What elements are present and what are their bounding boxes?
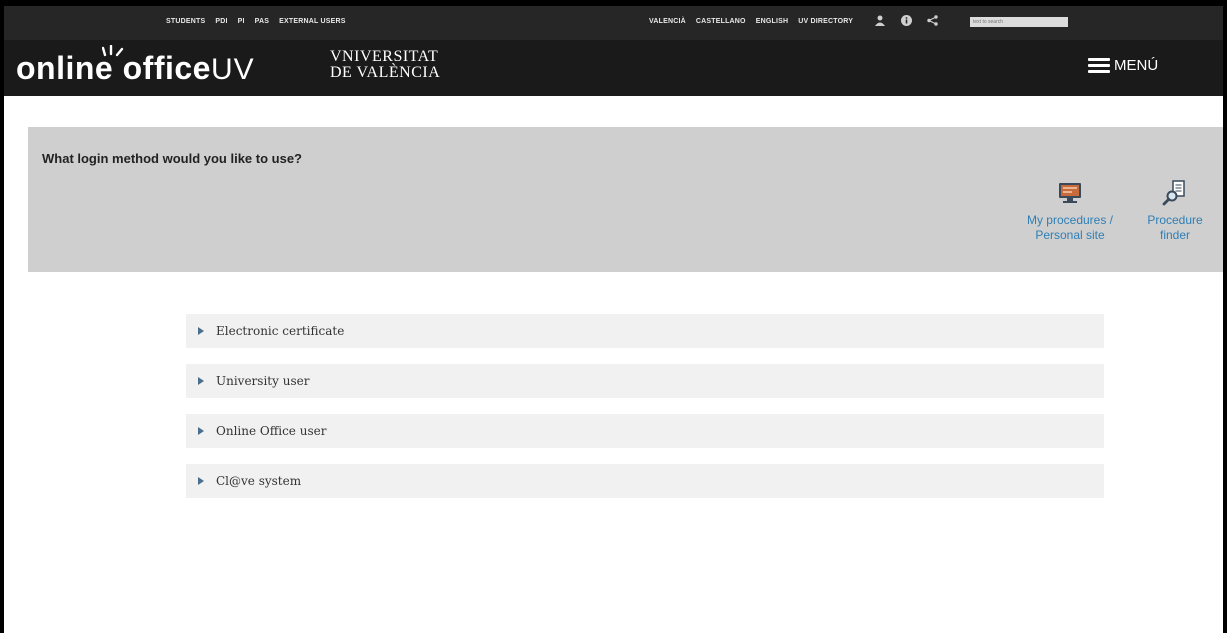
online-office-logo[interactable]: online officeUV (16, 45, 255, 90)
top-utility-bar: STUDENTS PDI PI PAS EXTERNAL USERS VALEN… (4, 6, 1223, 40)
link-external-users[interactable]: EXTERNAL USERS (279, 18, 345, 25)
my-procedures-label: My procedures / Personal site (1026, 213, 1114, 242)
page-title: What login method would you like to use? (42, 151, 302, 166)
accordion-label: Online Office user (216, 424, 327, 438)
link-pas[interactable]: PAS (255, 18, 269, 25)
brand-text-1: onlin (16, 50, 95, 86)
language-links: VALENCIÀ CASTELLANO ENGLISH UV DIRECTORY (649, 18, 853, 25)
menu-button[interactable]: MENÚ (1088, 57, 1158, 74)
triangle-right-icon (198, 427, 204, 435)
university-logo-line2: DE VALÈNCIA (330, 64, 441, 81)
topbar-icons (874, 15, 938, 27)
user-icon[interactable] (874, 15, 886, 27)
accordion-label: Cl@ve system (216, 474, 302, 488)
hamburger-icon (1088, 58, 1110, 73)
accordion-online-office-user[interactable]: Online Office user (186, 414, 1104, 448)
procedure-finder-link[interactable]: Procedure finder (1138, 179, 1212, 243)
triangle-right-icon (198, 477, 204, 485)
share-icon[interactable] (926, 15, 938, 27)
link-english[interactable]: ENGLISH (756, 18, 789, 25)
site-header: online officeUV VNIVERSITAT DE VALÈNCIA … (4, 40, 1223, 96)
university-logo-line1: VNIVERSITAT (330, 48, 439, 65)
link-students[interactable]: STUDENTS (166, 18, 205, 25)
audience-links: STUDENTS PDI PI PAS EXTERNAL USERS (166, 18, 346, 25)
page-frame: STUDENTS PDI PI PAS EXTERNAL USERS VALEN… (0, 0, 1227, 633)
monitor-icon (1059, 183, 1081, 203)
info-icon[interactable] (900, 15, 912, 27)
accordion-label: University user (216, 374, 310, 388)
brand-text-3: UV (210, 53, 255, 86)
procedure-finder-label: Procedure finder (1147, 213, 1203, 242)
my-procedures-link[interactable]: My procedures / Personal site (1018, 179, 1122, 243)
accordion-university-user[interactable]: University user (186, 364, 1104, 398)
triangle-right-icon (198, 377, 204, 385)
login-question-panel: What login method would you like to use?… (28, 127, 1223, 272)
search-input[interactable] (970, 17, 1068, 27)
link-valencia[interactable]: VALENCIÀ (649, 18, 686, 25)
link-uv-directory[interactable]: UV DIRECTORY (798, 18, 853, 25)
link-pi[interactable]: PI (238, 18, 245, 25)
accordion-electronic-certificate[interactable]: Electronic certificate (186, 314, 1104, 348)
document-search-icon (1162, 180, 1185, 206)
link-pdi[interactable]: PDI (215, 18, 227, 25)
login-methods-accordion: Electronic certificate University user O… (186, 314, 1104, 514)
triangle-right-icon (198, 327, 204, 335)
brand-spark-icon (102, 45, 124, 57)
university-logo[interactable]: VNIVERSITAT DE VALÈNCIA (330, 49, 440, 81)
accordion-clave-system[interactable]: Cl@ve system (186, 464, 1104, 498)
link-castellano[interactable]: CASTELLANO (696, 18, 746, 25)
menu-label: MENÚ (1114, 57, 1159, 74)
accordion-label: Electronic certificate (216, 324, 345, 338)
